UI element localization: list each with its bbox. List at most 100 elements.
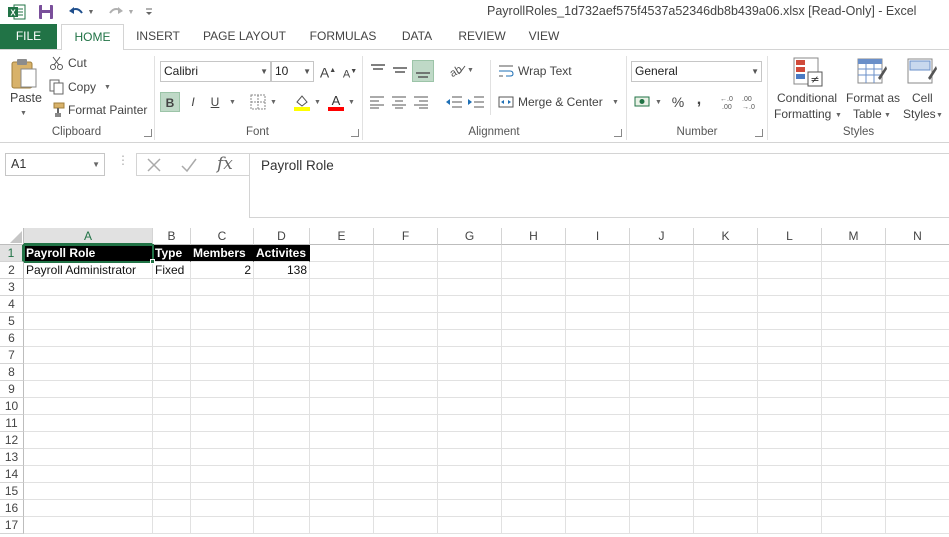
empty-cell[interactable] bbox=[822, 398, 886, 415]
empty-cell[interactable] bbox=[374, 313, 438, 330]
empty-cell[interactable] bbox=[630, 466, 694, 483]
column-header-f[interactable]: F bbox=[374, 228, 438, 245]
empty-cell[interactable] bbox=[694, 483, 758, 500]
empty-cell[interactable] bbox=[438, 296, 502, 313]
empty-cell[interactable] bbox=[438, 330, 502, 347]
empty-cell[interactable] bbox=[630, 500, 694, 517]
empty-cell[interactable] bbox=[310, 483, 374, 500]
empty-cell[interactable] bbox=[254, 347, 310, 364]
format-as-table-icon[interactable] bbox=[856, 56, 888, 91]
empty-cell[interactable] bbox=[758, 449, 822, 466]
empty-cell[interactable] bbox=[566, 483, 630, 500]
empty-cell[interactable] bbox=[438, 466, 502, 483]
empty-cell[interactable] bbox=[694, 279, 758, 296]
empty-cell[interactable] bbox=[153, 398, 191, 415]
empty-cell[interactable] bbox=[758, 398, 822, 415]
empty-cell[interactable] bbox=[310, 449, 374, 466]
empty-cell[interactable] bbox=[502, 347, 566, 364]
empty-cell[interactable] bbox=[310, 415, 374, 432]
empty-cell[interactable] bbox=[374, 245, 438, 262]
column-header-b[interactable]: B bbox=[153, 228, 191, 245]
empty-cell[interactable] bbox=[886, 279, 949, 296]
tab-file[interactable]: FILE bbox=[0, 24, 57, 49]
number-format-select[interactable]: General ▼ bbox=[631, 61, 762, 82]
empty-cell[interactable] bbox=[758, 364, 822, 381]
align-center-icon[interactable] bbox=[391, 95, 407, 112]
empty-cell[interactable] bbox=[566, 432, 630, 449]
format-as-table-label-1[interactable]: Format as bbox=[846, 91, 900, 105]
empty-cell[interactable] bbox=[566, 398, 630, 415]
empty-cell[interactable] bbox=[438, 500, 502, 517]
empty-cell[interactable] bbox=[254, 432, 310, 449]
copy-dropdown-icon[interactable]: ▼ bbox=[104, 84, 111, 91]
decrease-indent-icon[interactable] bbox=[445, 95, 463, 112]
merge-center-dropdown-icon[interactable]: ▼ bbox=[612, 99, 619, 106]
empty-cell[interactable] bbox=[24, 466, 153, 483]
empty-cell[interactable] bbox=[886, 262, 949, 279]
empty-cell[interactable] bbox=[822, 330, 886, 347]
empty-cell[interactable] bbox=[153, 483, 191, 500]
empty-cell[interactable] bbox=[758, 313, 822, 330]
empty-cell[interactable] bbox=[502, 415, 566, 432]
empty-cell[interactable] bbox=[254, 483, 310, 500]
empty-cell[interactable] bbox=[566, 466, 630, 483]
format-painter-label[interactable]: Format Painter bbox=[68, 103, 147, 117]
empty-cell[interactable] bbox=[694, 415, 758, 432]
empty-cell[interactable] bbox=[310, 296, 374, 313]
row-header[interactable]: 2 bbox=[0, 262, 24, 279]
empty-cell[interactable] bbox=[374, 483, 438, 500]
column-header-h[interactable]: H bbox=[502, 228, 566, 245]
empty-cell[interactable] bbox=[758, 415, 822, 432]
underline-button[interactable]: U bbox=[205, 92, 225, 112]
redo-icon[interactable] bbox=[106, 2, 126, 22]
empty-cell[interactable] bbox=[630, 313, 694, 330]
empty-cell[interactable] bbox=[191, 364, 254, 381]
merge-center-label[interactable]: Merge & Center bbox=[518, 95, 603, 109]
empty-cell[interactable] bbox=[886, 245, 949, 262]
empty-cell[interactable] bbox=[153, 517, 191, 534]
empty-cell[interactable] bbox=[886, 432, 949, 449]
empty-cell[interactable] bbox=[694, 347, 758, 364]
empty-cell[interactable] bbox=[254, 381, 310, 398]
empty-cell[interactable] bbox=[886, 398, 949, 415]
worksheet-grid[interactable]: A B C D E F G H I J K L M N Payroll Role… bbox=[0, 228, 949, 537]
tab-formulas[interactable]: FORMULAS bbox=[304, 24, 382, 49]
enter-icon[interactable] bbox=[180, 157, 198, 176]
align-right-icon[interactable] bbox=[413, 95, 429, 112]
empty-cell[interactable] bbox=[566, 262, 630, 279]
empty-cell[interactable] bbox=[630, 398, 694, 415]
font-launcher-icon[interactable] bbox=[351, 129, 359, 137]
empty-cell[interactable] bbox=[758, 330, 822, 347]
empty-cell[interactable] bbox=[438, 398, 502, 415]
row-header[interactable]: 12 bbox=[0, 432, 24, 449]
empty-cell[interactable] bbox=[758, 466, 822, 483]
empty-cell[interactable] bbox=[374, 330, 438, 347]
empty-cell[interactable] bbox=[191, 330, 254, 347]
empty-cell[interactable] bbox=[438, 279, 502, 296]
accounting-dropdown-icon[interactable]: ▼ bbox=[655, 99, 662, 106]
undo-dropdown-icon[interactable]: ▼ bbox=[86, 2, 96, 22]
cell-a2[interactable]: Payroll Administrator bbox=[24, 262, 153, 279]
font-size-select[interactable]: 10 ▼ bbox=[271, 61, 314, 82]
paste-icon[interactable] bbox=[9, 57, 39, 94]
empty-cell[interactable] bbox=[438, 449, 502, 466]
empty-cell[interactable] bbox=[374, 279, 438, 296]
cell-c1[interactable]: Members bbox=[191, 245, 254, 262]
empty-cell[interactable] bbox=[822, 381, 886, 398]
empty-cell[interactable] bbox=[310, 245, 374, 262]
empty-cell[interactable] bbox=[191, 500, 254, 517]
empty-cell[interactable] bbox=[310, 432, 374, 449]
empty-cell[interactable] bbox=[191, 466, 254, 483]
empty-cell[interactable] bbox=[502, 432, 566, 449]
empty-cell[interactable] bbox=[191, 432, 254, 449]
empty-cell[interactable] bbox=[630, 415, 694, 432]
empty-cell[interactable] bbox=[566, 449, 630, 466]
empty-cell[interactable] bbox=[566, 500, 630, 517]
empty-cell[interactable] bbox=[153, 500, 191, 517]
empty-cell[interactable] bbox=[694, 432, 758, 449]
empty-cell[interactable] bbox=[630, 449, 694, 466]
format-as-table-label-2[interactable]: Table bbox=[853, 107, 882, 121]
orientation-icon[interactable]: ab bbox=[447, 62, 467, 81]
column-header-m[interactable]: M bbox=[822, 228, 886, 245]
empty-cell[interactable] bbox=[153, 296, 191, 313]
